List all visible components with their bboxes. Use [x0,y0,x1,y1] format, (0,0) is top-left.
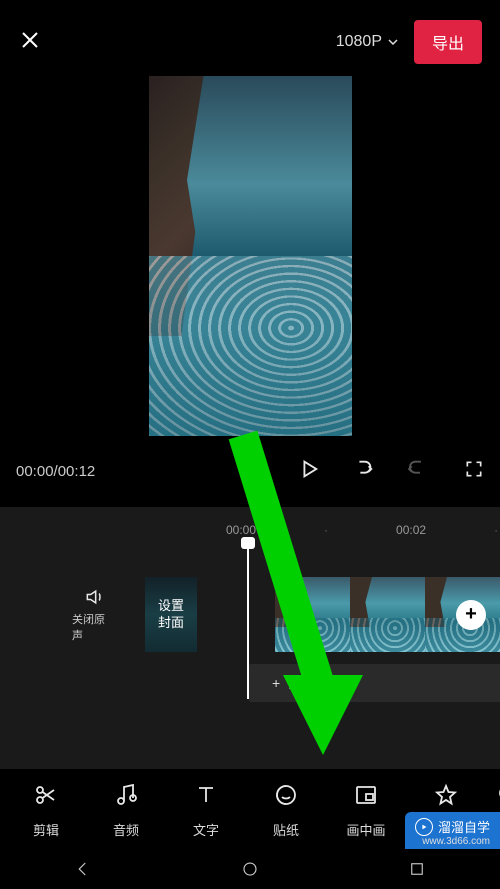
video-track-row: 关闭原声 设置封面 + [0,577,500,652]
watermark: 溜溜自学 www.3d66.com [405,812,500,849]
speaker-icon [83,587,105,607]
time-ruler: 00:00 · 00:02 · [0,523,500,537]
nav-home-icon[interactable] [241,860,259,878]
set-cover-button[interactable]: 设置封面 [145,577,197,652]
redo-icon[interactable] [408,458,432,485]
fullscreen-icon[interactable] [464,459,484,484]
timeline: 00:00 · 00:02 · 关闭原声 设置封面 + [0,507,500,787]
tool-text[interactable]: 文字 [166,783,246,839]
preview-frame [149,76,352,436]
nav-back-icon[interactable] [74,860,92,878]
export-button[interactable]: 导出 [414,20,482,64]
playhead[interactable] [247,539,249,699]
system-nav [0,849,500,889]
undo-icon[interactable] [352,458,376,485]
clip-frame [275,577,350,652]
resolution-value: 1080P [336,33,382,51]
chevron-down-icon [388,39,398,45]
video-preview[interactable] [0,76,500,436]
playback-controls: 00:00/00:12 [0,436,500,507]
star-icon [434,783,458,812]
tool-audio[interactable]: 音频 [86,783,166,839]
tool-edit[interactable]: 剪辑 [6,783,86,839]
top-bar: 1080P 导出 [0,0,500,76]
tool-pip[interactable]: 画中画 [326,783,406,839]
pip-icon [354,783,378,812]
close-icon[interactable] [18,28,42,57]
time-display: 00:00/00:12 [16,463,95,480]
mute-label: 关闭原声 [72,611,115,643]
top-right-controls: 1080P 导出 [336,20,482,64]
tool-sticker[interactable]: 贴纸 [246,783,326,839]
mute-toggle[interactable]: 关闭原声 [72,587,115,643]
music-note-icon [114,783,138,812]
tracks: 关闭原声 设置封面 + +添加音频 [0,547,500,702]
play-icon[interactable] [298,458,320,485]
video-clip[interactable]: + [275,577,500,652]
add-clip-button[interactable]: + [456,600,486,630]
resolution-selector[interactable]: 1080P [336,33,398,51]
nav-recent-icon[interactable] [408,860,426,878]
clip-frame [350,577,425,652]
text-icon [194,783,218,812]
sticker-icon [274,783,298,812]
scissors-icon [34,783,58,812]
add-audio-button[interactable]: +添加音频 [249,664,500,702]
play-circle-icon [415,818,433,836]
